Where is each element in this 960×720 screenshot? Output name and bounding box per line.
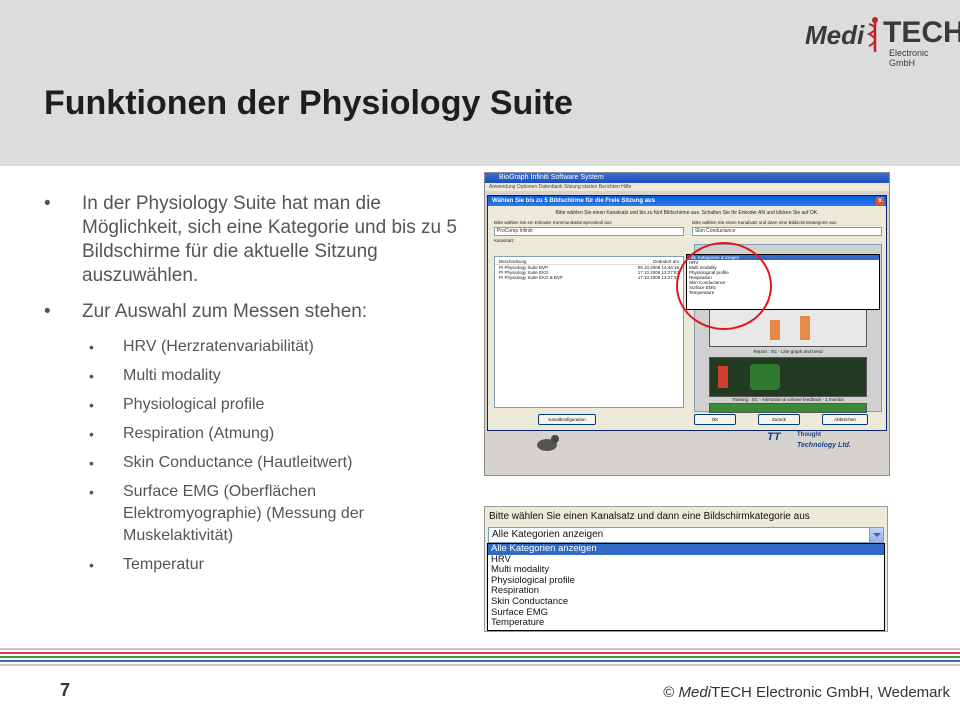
column-header: Geändert am (652, 259, 679, 264)
dialog-titlebar: Wählen Sie bis zu 5 Bildschirme für die … (488, 196, 886, 206)
logo-subtitle: Electronic GmbH (889, 48, 929, 68)
thought-tech-logo-icon: TT (767, 431, 781, 443)
footer-stripe (0, 652, 960, 654)
dropdown-option[interactable]: Alle Kategorien anzeigen (488, 543, 884, 555)
window-titlebar: BioGraph Infiniti Software System (485, 173, 889, 183)
list-item[interactable]: PI Physiology Suite EKG & BVP 17.10.2008 … (495, 275, 683, 280)
bullet-text: In der Physiology Suite hat man die Mögl… (82, 193, 457, 286)
chevron-down-icon[interactable] (869, 528, 883, 542)
dropdown-option[interactable]: Skin Conductance (488, 596, 884, 608)
bullet-text: Zur Auswahl zum Messen stehen: (82, 301, 368, 322)
footer-stripe (0, 664, 960, 666)
channel-set-list: Beschreibung Geändert am PI Physiology S… (494, 256, 684, 408)
row-date: 17.10.2008 13:27:32 (637, 275, 679, 280)
caduceus-icon (866, 17, 878, 52)
preview-caption: Training : SC - Animation & volume feedb… (731, 397, 845, 402)
preview-thumbnail[interactable] (709, 357, 867, 397)
category-select[interactable]: Skin Conductance (692, 227, 882, 236)
page-number: 7 (60, 680, 71, 700)
channel-set-label: Kanalsatz (494, 238, 514, 243)
meditech-logo: Medi TECH Electronic GmbH (805, 14, 960, 68)
back-button[interactable]: Zurück (758, 414, 800, 425)
footer-stripe (0, 660, 960, 662)
sub-bullet-item: • Multi modality (89, 367, 221, 384)
slide-title: Funktionen der Physiology Suite (44, 84, 573, 122)
copyright-rest: TECH Electronic GmbH, Wedemark (711, 684, 950, 701)
channel-config-button[interactable]: Kanalkonfiguration (538, 414, 596, 425)
screen-selection-dialog: Wählen Sie bis zu 5 Bildschirme für die … (487, 195, 887, 431)
category-dropdown-screenshot: Bitte wählen Sie einen Kanalsatz und dan… (484, 506, 888, 632)
software-screenshot: BioGraph Infiniti Software System Anwend… (484, 172, 890, 476)
dropdown-option[interactable]: Surface EMG (488, 607, 884, 619)
sub-bullet-item: • Surface EMG (Oberflächen Elektromyograp… (89, 483, 364, 544)
ok-button[interactable]: OK (694, 414, 736, 425)
copyright-prefix: © (663, 684, 679, 701)
dropdown-option[interactable]: Temperature (488, 618, 884, 629)
category-label: Bitte wählen Sie einen Kanalsatz und dan… (489, 511, 810, 522)
row-name: PI Physiology Suite EKG & BVP (499, 275, 564, 280)
dropdown-option[interactable]: Physiological profile (488, 575, 884, 587)
cancel-button[interactable]: Abbrechen (822, 414, 868, 425)
category-dropdown-list: Alle Kategorien anzeigen HRV Multi modal… (487, 543, 885, 631)
highlight-circle (676, 242, 772, 330)
copyright-notice: © MediTECH Electronic GmbH, Wedemark (663, 684, 950, 701)
logo-tech-text: TECH (883, 16, 960, 49)
sub-bullet-text: Respiration (Atmung) (123, 425, 275, 442)
close-icon[interactable]: x (876, 197, 884, 205)
copyright-brand: Medi (678, 684, 712, 701)
category-select-value: Alle Kategorien anzeigen (492, 529, 604, 540)
dialog-hint: Bitte wählen Sie einen Kanalsatz und bis… (555, 210, 819, 216)
sub-bullet-text: Physiological profile (123, 396, 265, 413)
sub-bullet-text: Skin Conductance (Hautleitwert) (123, 454, 353, 471)
bullet-item: • In der Physiology Suite hat man die Mög… (44, 193, 457, 286)
sub-bullet-item: • Temperatur (89, 556, 204, 573)
sub-bullet-text: Multi modality (123, 367, 221, 384)
preview-caption: Report : SC - Line graph and trend (753, 349, 823, 354)
logo-medi-text: Medi (805, 20, 865, 50)
footer-stripe (0, 656, 960, 658)
preview-thumbnail[interactable] (709, 403, 867, 413)
dialog-title: Wählen Sie bis zu 5 Bildschirme für die … (492, 198, 656, 204)
window-menubar: Anwendung Optionen Datenbank Sitzung sta… (485, 183, 889, 191)
bullet-item: • Zur Auswahl zum Messen stehen: (44, 301, 368, 322)
sub-bullet-item: • HRV (Herzratenvariabilität) (89, 338, 314, 355)
brand-name-sub: Technology Ltd. (797, 442, 851, 449)
footer-stripe (0, 648, 960, 650)
sub-bullet-text: Surface EMG (Oberflächen Elektromyograph… (123, 483, 364, 544)
sub-bullet-item: • Physiological profile (89, 396, 265, 413)
bullet-list: • In der Physiology Suite hat man die Mög… (44, 192, 474, 583)
sub-bullet-item: • Skin Conductance (Hautleitwert) (89, 454, 353, 471)
category-select[interactable]: Alle Kategorien anzeigen (488, 527, 884, 543)
category-label: Bitte wählen Sie einen Kanalsatz und dan… (692, 220, 837, 225)
column-header: Beschreibung (499, 259, 527, 264)
bird-logo-icon (537, 435, 559, 451)
list-header: Beschreibung Geändert am (495, 257, 683, 265)
sub-bullet-text: Temperatur (123, 556, 204, 573)
protocol-select[interactable]: ProComp Infiniti (494, 227, 684, 236)
protocol-label: Bitte wählen Sie ein Enkoder Kommunikati… (494, 220, 612, 225)
sub-bullet-item: • Respiration (Atmung) (89, 425, 275, 442)
footer-stripes (0, 648, 960, 668)
sub-bullet-text: HRV (Herzratenvariabilität) (123, 338, 314, 355)
brand-name: Thought (797, 432, 821, 438)
